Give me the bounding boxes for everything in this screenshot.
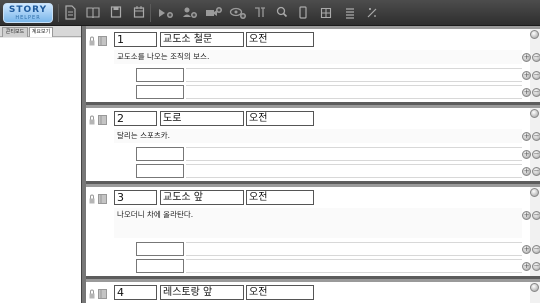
- scene-description[interactable]: 교도소를 나오는 조직의 보스.: [114, 50, 522, 64]
- character-name-box[interactable]: [136, 68, 184, 82]
- scene-book-icon[interactable]: [98, 115, 107, 125]
- phone-icon[interactable]: [298, 4, 308, 21]
- main-toolbar: STORY HELPER: [0, 0, 540, 26]
- scene-time-field[interactable]: 오전: [246, 285, 314, 300]
- add-line-button[interactable]: +: [522, 211, 531, 220]
- remove-line-button[interactable]: −: [532, 71, 540, 80]
- remove-line-button[interactable]: −: [532, 53, 540, 62]
- scene-number-field[interactable]: 4: [114, 285, 157, 300]
- character-name-box[interactable]: [136, 164, 184, 178]
- add-line-button[interactable]: +: [522, 88, 531, 97]
- dialogue-line[interactable]: [186, 147, 522, 161]
- app-logo[interactable]: STORY HELPER: [3, 3, 53, 23]
- character-name-box[interactable]: [136, 85, 184, 99]
- grid-icon[interactable]: [320, 4, 332, 21]
- dialogue-line[interactable]: [186, 68, 522, 82]
- lock-icon[interactable]: [89, 289, 95, 299]
- scene-book-icon[interactable]: [98, 289, 107, 299]
- scene-number-field[interactable]: 1: [114, 32, 157, 47]
- add-person-icon[interactable]: [181, 4, 199, 21]
- list-icon[interactable]: [344, 4, 356, 21]
- toolbar-divider: [58, 4, 59, 22]
- dialogue-line[interactable]: [186, 85, 522, 99]
- logo-text: STORY: [8, 5, 48, 15]
- save-icon[interactable]: [110, 4, 122, 21]
- search-icon[interactable]: [276, 4, 288, 21]
- lock-icon[interactable]: [89, 115, 95, 125]
- scene-place-field[interactable]: 레스토랑 앞: [160, 285, 244, 300]
- logo-subtext: HELPER: [15, 15, 41, 21]
- scene-place-field[interactable]: 도로: [160, 111, 244, 126]
- scene-book-icon[interactable]: [98, 36, 107, 46]
- tab-storyboard[interactable]: 콘티보드: [2, 27, 28, 37]
- scene-card: 4 레스토랑 앞 오전: [86, 279, 540, 303]
- dialogue-line[interactable]: [186, 242, 522, 256]
- scene-book-icon[interactable]: [98, 194, 107, 204]
- scene-place-field[interactable]: 교도소 철문: [160, 32, 244, 47]
- scene-time-field[interactable]: 오전: [246, 111, 314, 126]
- settings-icon[interactable]: [366, 4, 378, 21]
- dialogue-line[interactable]: [186, 259, 522, 273]
- character-name-box[interactable]: [136, 259, 184, 273]
- add-line-button[interactable]: +: [522, 167, 531, 176]
- left-panel-tabs: 콘티보드 계요보기: [0, 26, 81, 37]
- remove-line-button[interactable]: −: [532, 262, 540, 271]
- add-line-button[interactable]: +: [522, 53, 531, 62]
- scene-time-field[interactable]: 오전: [246, 190, 314, 205]
- scene-number-field[interactable]: 2: [114, 111, 157, 126]
- scene-card: 1 교도소 철문 오전 교도소를 나오는 조직의 보스. + − + − + −: [86, 26, 540, 102]
- outline-list[interactable]: [0, 38, 81, 303]
- left-panel: 콘티보드 계요보기: [0, 26, 82, 303]
- add-view-icon[interactable]: [229, 4, 247, 21]
- scene-place-field[interactable]: 교도소 앞: [160, 190, 244, 205]
- scene-card: 2 도로 오전 달리는 스포츠카. + − + − + −: [86, 105, 540, 181]
- dialogue-line[interactable]: [186, 164, 522, 178]
- close-icon[interactable]: [530, 283, 539, 292]
- book-icon[interactable]: [86, 4, 100, 21]
- close-icon[interactable]: [530, 109, 539, 118]
- add-character-icon[interactable]: [157, 4, 175, 21]
- add-line-button[interactable]: +: [522, 245, 531, 254]
- add-line-button[interactable]: +: [522, 150, 531, 159]
- scene-description[interactable]: 나오더니 차에 올라탄다.: [114, 208, 522, 238]
- add-line-button[interactable]: +: [522, 132, 531, 141]
- split-icon[interactable]: [253, 4, 267, 21]
- remove-line-button[interactable]: −: [532, 150, 540, 159]
- lock-icon[interactable]: [89, 194, 95, 204]
- add-camera-icon[interactable]: [205, 4, 223, 21]
- remove-line-button[interactable]: −: [532, 132, 540, 141]
- close-icon[interactable]: [530, 188, 539, 197]
- remove-line-button[interactable]: −: [532, 211, 540, 220]
- remove-line-button[interactable]: −: [532, 167, 540, 176]
- document-icon[interactable]: [64, 4, 76, 21]
- scene-description[interactable]: 달리는 스포츠카.: [114, 129, 522, 143]
- scene-number-field[interactable]: 3: [114, 190, 157, 205]
- tab-outline[interactable]: 계요보기: [29, 27, 53, 37]
- calendar-icon[interactable]: [133, 4, 145, 21]
- scene-time-field[interactable]: 오전: [246, 32, 314, 47]
- character-name-box[interactable]: [136, 147, 184, 161]
- scene-list: 1 교도소 철문 오전 교도소를 나오는 조직의 보스. + − + − + −…: [86, 26, 540, 303]
- add-line-button[interactable]: +: [522, 71, 531, 80]
- toolbar-divider: [150, 4, 151, 22]
- remove-line-button[interactable]: −: [532, 245, 540, 254]
- lock-icon[interactable]: [89, 36, 95, 46]
- story-helper-app: STORY HELPER 콘티보드 계요보기 1 교도소 철문 오전 교도소를 …: [0, 0, 540, 303]
- scene-card: 3 교도소 앞 오전 나오더니 차에 올라탄다. + − + − + −: [86, 184, 540, 276]
- close-icon[interactable]: [530, 30, 539, 39]
- remove-line-button[interactable]: −: [532, 88, 540, 97]
- add-line-button[interactable]: +: [522, 262, 531, 271]
- character-name-box[interactable]: [136, 242, 184, 256]
